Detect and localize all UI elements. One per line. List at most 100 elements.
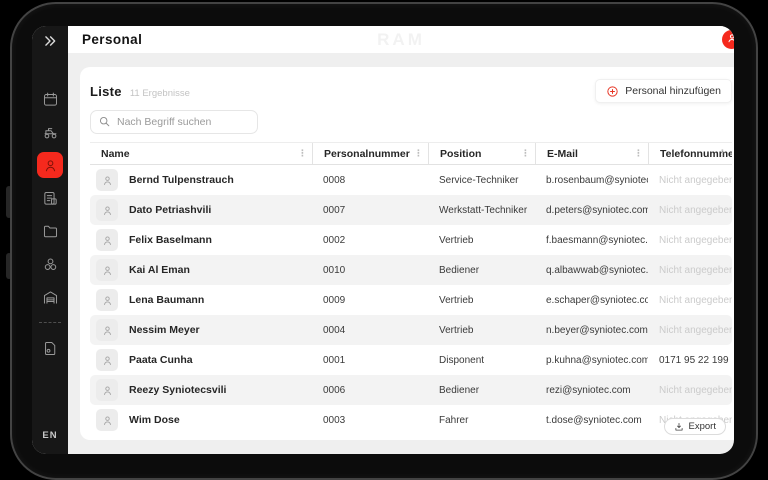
cell-name: Bernd Tulpenstrauch	[90, 169, 312, 191]
column-menu-icon[interactable]: ⋮	[718, 149, 727, 158]
column-header-telefonnummer[interactable]: Telefonnummer⋮	[648, 143, 732, 164]
row-avatar	[96, 349, 118, 371]
table-row[interactable]: Felix Baselmann0002Vertriebf.baesmann@sy…	[90, 225, 732, 255]
table-body: Bernd Tulpenstrauch0008Service-Techniker…	[90, 165, 732, 435]
add-personal-button[interactable]: Personal hinzufügen	[595, 79, 732, 103]
sidebar-expand-button[interactable]	[39, 32, 61, 54]
cell-telefonnummer: Nicht angegeben	[648, 175, 732, 186]
column-header-name[interactable]: Name⋮	[90, 143, 312, 164]
person-icon	[101, 294, 114, 307]
sidebar-item-groups[interactable]	[37, 251, 63, 277]
row-avatar	[96, 319, 118, 341]
main-area: Personal RAM Liste 11 Ergebnisse	[68, 26, 734, 454]
column-header-personalnummer[interactable]: Personalnummer⋮	[312, 143, 428, 164]
row-avatar	[96, 379, 118, 401]
table-row[interactable]: Wim Dose0003Fahrert.dose@syniotec.comNic…	[90, 405, 732, 435]
cell-email: p.kuhna@syniotec.com	[535, 355, 648, 366]
cell-email: e.schaper@syniotec.com	[535, 295, 648, 306]
cell-telefonnummer: Nicht angegeben	[648, 325, 732, 336]
cell-email: t.dose@syniotec.com	[535, 415, 648, 426]
page-title: Personal	[82, 32, 142, 47]
row-avatar	[96, 199, 118, 221]
person-icon	[101, 384, 114, 397]
row-avatar	[96, 289, 118, 311]
sidebar-item-calendar[interactable]	[37, 86, 63, 112]
table-row[interactable]: Nessim Meyer0004Vertriebn.beyer@syniotec…	[90, 315, 732, 345]
sidebar-item-warehouse[interactable]	[37, 284, 63, 310]
cell-name: Wim Dose	[90, 409, 312, 431]
cell-name: Felix Baselmann	[90, 229, 312, 251]
list-title: Liste	[90, 84, 122, 99]
table-row[interactable]: Bernd Tulpenstrauch0008Service-Techniker…	[90, 165, 732, 195]
cell-name: Paata Cunha	[90, 349, 312, 371]
person-icon	[101, 204, 114, 217]
groups-icon	[42, 256, 59, 273]
cell-personalnummer: 0003	[312, 415, 428, 426]
warehouse-icon	[42, 289, 59, 306]
page-body: Liste 11 Ergebnisse Personal hinzufügen	[68, 53, 734, 454]
app-screen: EN Personal RAM Li	[32, 26, 734, 454]
cell-name: Nessim Meyer	[90, 319, 312, 341]
sidebar: EN	[32, 26, 68, 454]
cell-personalnummer: 0001	[312, 355, 428, 366]
user-avatar[interactable]	[722, 30, 734, 49]
column-header-e-mail[interactable]: E-Mail⋮	[535, 143, 648, 164]
cell-email: b.rosenbaum@syniotec.c...	[535, 175, 648, 186]
table-row[interactable]: Dato Petriashvili0007Werkstatt-Techniker…	[90, 195, 732, 225]
sidebar-divider	[39, 322, 61, 323]
personal-icon	[42, 157, 59, 174]
row-avatar	[96, 409, 118, 431]
cell-telefonnummer: Nicht angegeben	[648, 205, 732, 216]
search-icon	[98, 115, 111, 133]
cell-position: Vertrieb	[428, 325, 535, 336]
table-row[interactable]: Reezy Syniotecsvili0006Bedienerrezi@syni…	[90, 375, 732, 405]
cell-telefonnummer: Nicht angegeben	[648, 295, 732, 306]
export-button[interactable]: Export	[664, 418, 726, 435]
templates-icon	[42, 340, 59, 357]
person-icon	[101, 414, 114, 427]
cell-name: Dato Petriashvili	[90, 199, 312, 221]
sidebar-item-personal[interactable]	[37, 152, 63, 178]
cell-name: Kai Al Eman	[90, 259, 312, 281]
column-header-position[interactable]: Position⋮	[428, 143, 535, 164]
brand-watermark: RAM	[377, 30, 425, 50]
results-count: 11 Ergebnisse	[130, 88, 190, 99]
sidebar-item-files[interactable]	[37, 218, 63, 244]
cell-telefonnummer: 0171 95 22 199	[648, 355, 732, 366]
cell-telefonnummer: Nicht angegeben	[648, 385, 732, 396]
sidebar-item-reports[interactable]	[37, 185, 63, 211]
search-box	[90, 110, 258, 134]
cell-position: Fahrer	[428, 415, 535, 426]
table-row[interactable]: Kai Al Eman0010Bedienerq.albawwab@syniot…	[90, 255, 732, 285]
column-menu-icon[interactable]: ⋮	[521, 149, 530, 158]
column-menu-icon[interactable]: ⋮	[414, 149, 423, 158]
sidebar-item-equipment[interactable]	[37, 119, 63, 145]
cell-personalnummer: 0007	[312, 205, 428, 216]
column-menu-icon[interactable]: ⋮	[634, 149, 643, 158]
cell-position: Vertrieb	[428, 235, 535, 246]
download-icon	[674, 422, 684, 432]
cell-name: Reezy Syniotecsvili	[90, 379, 312, 401]
cell-email: n.beyer@syniotec.com	[535, 325, 648, 336]
column-menu-icon[interactable]: ⋮	[298, 149, 307, 158]
table-row[interactable]: Paata Cunha0001Disponentp.kuhna@syniotec…	[90, 345, 732, 375]
language-switcher[interactable]: EN	[42, 430, 57, 441]
cell-personalnummer: 0002	[312, 235, 428, 246]
table-header-row: Name⋮Personalnummer⋮Position⋮E-Mail⋮Tele…	[90, 142, 732, 165]
cell-personalnummer: 0008	[312, 175, 428, 186]
files-icon	[42, 223, 59, 240]
chevrons-right-icon	[43, 34, 57, 53]
plus-circle-icon	[606, 85, 619, 98]
table-row[interactable]: Lena Baumann0009Vertriebe.schaper@syniot…	[90, 285, 732, 315]
cell-telefonnummer: Nicht angegeben	[648, 235, 732, 246]
search-input[interactable]	[90, 110, 258, 134]
cell-position: Bediener	[428, 385, 535, 396]
cell-name: Lena Baumann	[90, 289, 312, 311]
cell-position: Bediener	[428, 265, 535, 276]
cell-telefonnummer: Nicht angegeben	[648, 265, 732, 276]
cell-email: d.peters@syniotec.com	[535, 205, 648, 216]
topbar: Personal RAM	[68, 26, 734, 53]
sidebar-item-templates[interactable]	[37, 335, 63, 361]
cell-email: rezi@syniotec.com	[535, 385, 648, 396]
person-icon	[101, 264, 114, 277]
